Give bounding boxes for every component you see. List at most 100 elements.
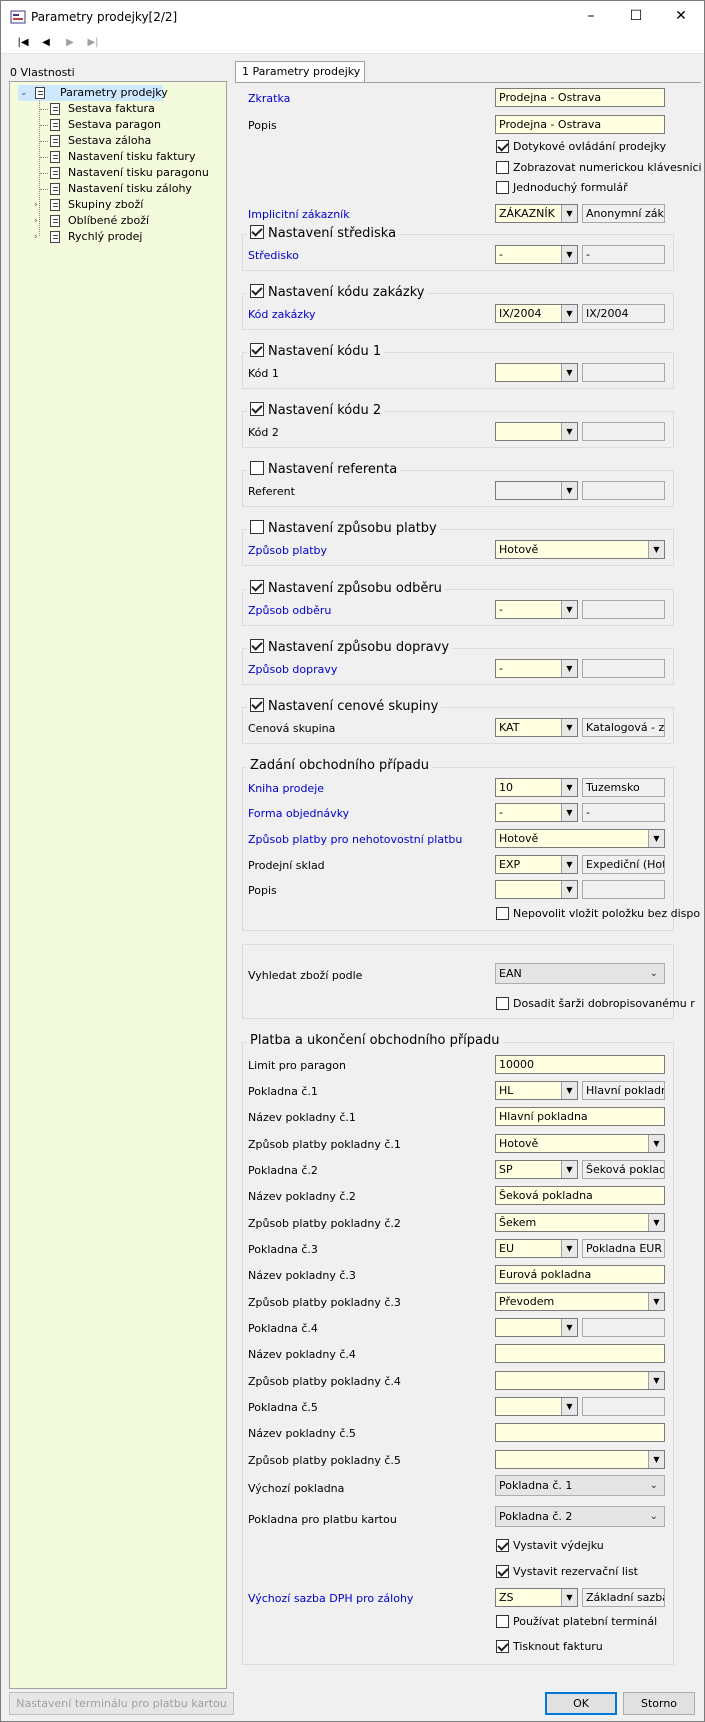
tree-item-sestava-paragon[interactable]: Sestava paragon (40, 117, 190, 133)
zakazka-code-combo[interactable]: IX/2004 ▼ (495, 304, 578, 323)
zadani-popis-combo[interactable]: ▼ (495, 880, 578, 899)
collapse-icon[interactable]: ⌄ (20, 85, 30, 101)
dropdown-arrow-icon[interactable]: ▼ (648, 1214, 664, 1231)
dropdown-arrow-icon[interactable]: ▼ (561, 1589, 577, 1606)
pokladna2-code-combo[interactable]: SP ▼ (495, 1160, 578, 1179)
dropdown-arrow-icon[interactable]: ▼ (561, 205, 577, 222)
dropdown-arrow-icon[interactable]: ▼ (561, 423, 577, 440)
dropdown-arrow-icon[interactable]: ▼ (648, 1372, 664, 1389)
limit-input[interactable]: 10000 (495, 1055, 665, 1074)
expand-icon[interactable]: › (34, 229, 44, 245)
dropdown-arrow-icon[interactable]: ▼ (561, 719, 577, 736)
zpusob2-combo[interactable]: Šekem ▼ (495, 1213, 665, 1232)
vychozi-combo[interactable]: Pokladna č. 1 ⌄ (495, 1475, 665, 1496)
dropdown-arrow-icon[interactable]: ▼ (561, 601, 577, 618)
referent-group-checkbox[interactable]: Nastavení referenta (247, 461, 401, 477)
doprava-group-checkbox[interactable]: Nastavení způsobu dopravy (247, 639, 453, 655)
forma-code-combo[interactable]: - ▼ (495, 803, 578, 822)
zpusob1-combo[interactable]: Hotově ▼ (495, 1134, 665, 1153)
dropdown-arrow-icon[interactable]: ▼ (561, 881, 577, 898)
tree-item-oblibene-zbozi[interactable]: › Oblíbené zboží (34, 213, 184, 229)
dropdown-arrow-icon[interactable]: ▼ (561, 482, 577, 499)
dropdown-arrow-icon[interactable]: ▼ (561, 246, 577, 263)
vyhledat-combo[interactable]: EAN ⌄ (495, 963, 665, 984)
platba-combo[interactable]: Hotově ▼ (495, 540, 665, 559)
vydejku-checkbox[interactable]: Vystavit výdejku (496, 1538, 604, 1554)
nazev5-input[interactable] (495, 1423, 665, 1442)
stredisko-code-combo[interactable]: - ▼ (495, 245, 578, 264)
kod2-group-checkbox[interactable]: Nastavení kódu 2 (247, 402, 385, 418)
zpusob5-combo[interactable]: ▼ (495, 1450, 665, 1469)
first-record-icon[interactable]: |◀ (14, 35, 32, 51)
referent-code-combo[interactable]: ▼ (495, 481, 578, 500)
implicitni-code-combo[interactable]: ZÁKAZNÍK ▼ (495, 204, 578, 223)
kniha-code-combo[interactable]: 10 ▼ (495, 778, 578, 797)
nazev4-input[interactable] (495, 1344, 665, 1363)
dropdown-arrow-icon[interactable]: ▼ (561, 305, 577, 322)
dropdown-arrow-icon[interactable]: ▼ (648, 1293, 664, 1310)
sklad-code-combo[interactable]: EXP ▼ (495, 855, 578, 874)
nepovolit-checkbox[interactable]: Nepovolit vložit položku bez dispo (496, 906, 700, 922)
nehotov-combo[interactable]: Hotově ▼ (495, 829, 665, 848)
terminal-settings-button[interactable]: Nastavení terminálu pro platbu kartou (9, 1692, 234, 1715)
zpusob4-combo[interactable]: ▼ (495, 1371, 665, 1390)
tree-item-skupiny-zbozi[interactable]: › Skupiny zboží (34, 197, 184, 213)
dropdown-arrow-icon[interactable]: ▼ (561, 660, 577, 677)
expand-icon[interactable]: › (34, 213, 44, 229)
previous-record-icon[interactable]: ◀ (37, 35, 55, 51)
zkratka-input[interactable]: Prodejna - Ostrava (495, 88, 665, 107)
dropdown-arrow-icon[interactable]: ▼ (561, 856, 577, 873)
pokladna3-code-combo[interactable]: EU ▼ (495, 1239, 578, 1258)
jednoduchy-checkbox[interactable]: Jednoduchý formulář (496, 180, 628, 196)
pokladna5-code-combo[interactable]: ▼ (495, 1397, 578, 1416)
stredisko-group-checkbox[interactable]: Nastavení střediska (247, 225, 400, 241)
numericka-checkbox[interactable]: Zobrazovat numerickou klávesnici (496, 160, 702, 176)
dropdown-arrow-icon[interactable]: ▼ (561, 1240, 577, 1257)
doprava-code-combo[interactable]: - ▼ (495, 659, 578, 678)
rezervacni-checkbox[interactable]: Vystavit rezervační list (496, 1564, 638, 1580)
kod1-code-combo[interactable]: ▼ (495, 363, 578, 382)
terminal-checkbox[interactable]: Používat platební terminál (496, 1614, 657, 1630)
odber-group-checkbox[interactable]: Nastavení způsobu odběru (247, 580, 445, 596)
tree-item-tisk-paragonu[interactable]: Nastavení tisku paragonu (40, 165, 220, 181)
tree-item-sestava-faktura[interactable]: Sestava faktura (40, 101, 190, 117)
dropdown-arrow-icon[interactable]: ▼ (561, 364, 577, 381)
tree-item-tisk-zalohy[interactable]: Nastavení tisku zálohy (40, 181, 210, 197)
dropdown-arrow-icon[interactable]: ▼ (648, 1135, 664, 1152)
kod1-group-checkbox[interactable]: Nastavení kódu 1 (247, 343, 385, 359)
kartou-combo[interactable]: Pokladna č. 2 ⌄ (495, 1506, 665, 1527)
faktura-checkbox[interactable]: Tisknout fakturu (496, 1639, 603, 1655)
nazev2-input[interactable]: Šeková pokladna (495, 1186, 665, 1205)
dropdown-arrow-icon[interactable]: ▼ (561, 779, 577, 796)
ok-button[interactable]: OK (545, 1692, 617, 1715)
dropdown-arrow-icon[interactable]: ▼ (561, 1398, 577, 1415)
dotykove-checkbox[interactable]: Dotykové ovládání prodejky (496, 139, 666, 155)
dropdown-arrow-icon[interactable]: ▼ (648, 1451, 664, 1468)
tree-item-tisk-faktury[interactable]: Nastavení tisku faktury (40, 149, 210, 165)
close-button[interactable]: ✕ (658, 1, 704, 32)
zakazka-group-checkbox[interactable]: Nastavení kódu zakázky (247, 284, 428, 300)
nazev1-input[interactable]: Hlavní pokladna (495, 1107, 665, 1126)
minimize-button[interactable]: – (568, 1, 614, 32)
next-record-icon[interactable]: ▶ (61, 35, 79, 51)
tree-item-sestava-zaloha[interactable]: Sestava záloha (40, 133, 190, 149)
tree-item-rychly-prodej[interactable]: › Rychlý prodej (34, 229, 184, 245)
tab-parametry-prodejky[interactable]: 1 Parametry prodejky (235, 61, 365, 83)
dropdown-arrow-icon[interactable]: ▼ (561, 804, 577, 821)
cenova-code-combo[interactable]: KAT ▼ (495, 718, 578, 737)
platba-group-checkbox[interactable]: Nastavení způsobu platby (247, 520, 440, 536)
pokladna1-code-combo[interactable]: HL ▼ (495, 1081, 578, 1100)
tree-item-parametry-prodejky[interactable]: ⌄ Parametry prodejky (18, 85, 168, 101)
properties-tree[interactable]: ⌄ Parametry prodejky Sestava faktura Ses… (9, 81, 227, 1689)
nazev3-input[interactable]: Eurová pokladna (495, 1265, 665, 1284)
maximize-button[interactable]: ☐ (613, 1, 659, 32)
storno-button[interactable]: Storno (623, 1692, 695, 1715)
dosadit-checkbox[interactable]: Dosadit šarži dobropisovanému r (496, 996, 695, 1012)
odber-code-combo[interactable]: - ▼ (495, 600, 578, 619)
sazba-code-combo[interactable]: ZS ▼ (495, 1588, 578, 1607)
dropdown-arrow-icon[interactable]: ▼ (648, 541, 664, 558)
kod2-code-combo[interactable]: ▼ (495, 422, 578, 441)
dropdown-arrow-icon[interactable]: ▼ (561, 1161, 577, 1178)
cenova-group-checkbox[interactable]: Nastavení cenové skupiny (247, 698, 442, 714)
dropdown-arrow-icon[interactable]: ▼ (561, 1082, 577, 1099)
